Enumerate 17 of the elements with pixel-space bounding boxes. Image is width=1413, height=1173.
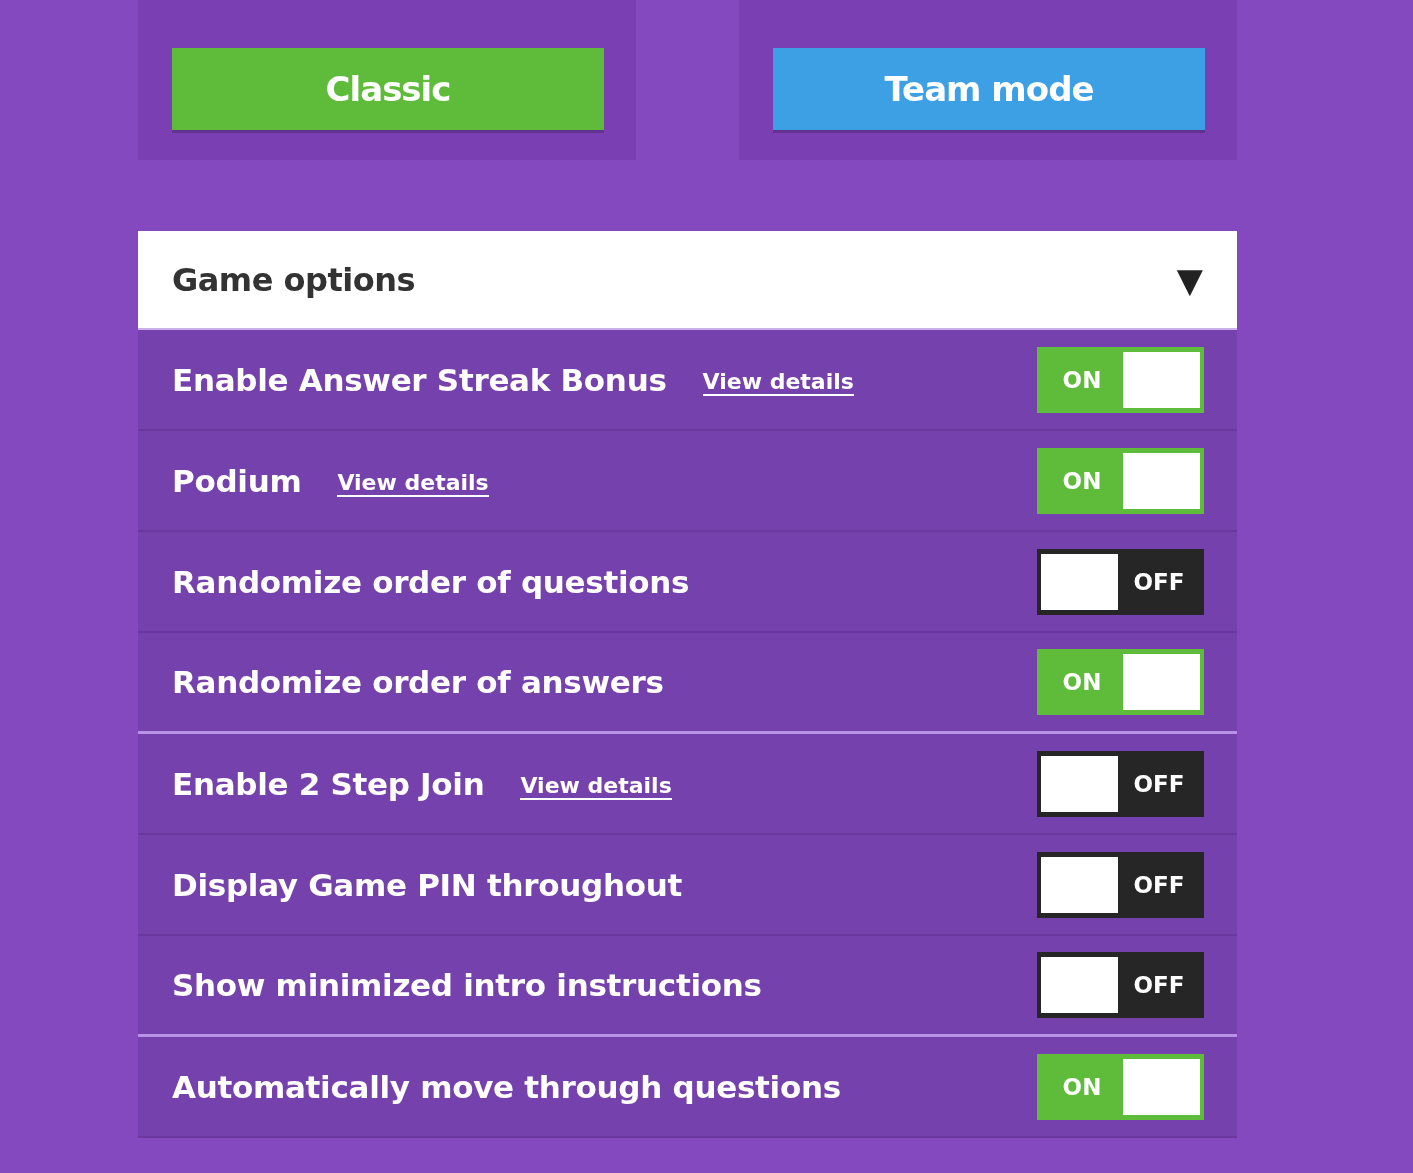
toggle-switch[interactable]: OFF [1037, 750, 1204, 817]
caret-icon[interactable]: ▼ [1176, 259, 1203, 300]
toggle-switch[interactable]: OFF [1037, 548, 1204, 615]
toggle-switch[interactable]: OFF [1037, 851, 1204, 918]
option-label: Show minimized intro instructions [172, 967, 762, 1003]
option-label: Automatically move through questions [172, 1068, 841, 1105]
option-label: Podium [172, 462, 302, 499]
view-details-link[interactable]: View details [702, 369, 854, 396]
toggle-switch[interactable]: OFF [1037, 952, 1204, 1018]
option-label: Randomize order of questions [172, 563, 690, 600]
option-label: Display Game PIN throughout [172, 866, 682, 903]
view-details-link[interactable]: View details [520, 773, 672, 800]
view-details-link[interactable]: View details [337, 470, 489, 497]
option-label: Enable Answer Streak Bonus [172, 361, 667, 398]
option-label: Enable 2 Step Join [172, 765, 485, 802]
section-title: Game options [172, 260, 415, 299]
option-label: Randomize order of answers [172, 664, 664, 700]
